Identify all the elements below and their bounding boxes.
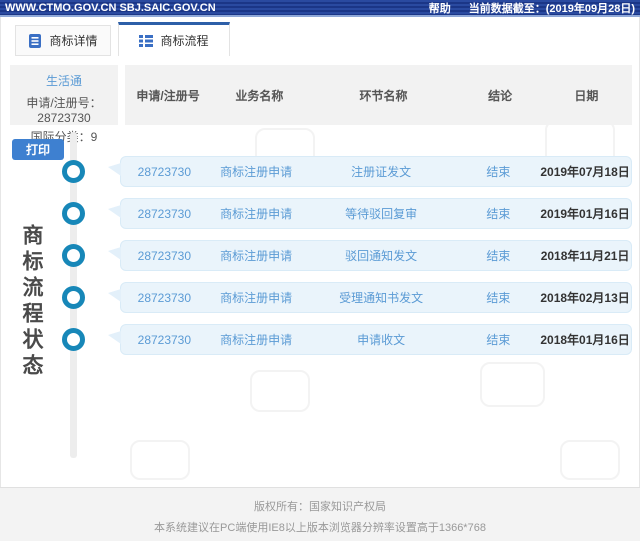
tab-trademark-details[interactable]: 商标详情 [15,25,111,56]
tab-label: 商标流程 [160,34,209,48]
topbar-right: 帮助 当前数据截至：(2019年09月28日) [429,0,635,16]
cell-stage: 注册证发文 [351,165,412,179]
table-row: 28723730 商标注册申请 等待驳回复审 结束 2019年01月16日 [108,198,632,229]
cell-regno[interactable]: 28723730 [121,291,208,305]
data-cutoff-text: 当前数据截至：(2019年09月28日) [468,2,635,15]
table-row: 28723730 商标注册申请 驳回通知发文 结束 2018年11月21日 [108,240,632,271]
cell-business: 商标注册申请 [220,249,293,263]
cell-regno[interactable]: 28723730 [121,165,208,179]
column-header-date: 日期 [574,88,599,103]
watermark-shape [560,440,620,480]
table-row: 28723730 商标注册申请 注册证发文 结束 2019年07月18日 [108,156,632,187]
vertical-title: 商标流程状态 [20,224,43,380]
cell-stage: 等待驳回复审 [345,207,418,221]
registration-number-text: 申请/注册号：28723730 [26,96,102,125]
timeline-node [62,202,85,225]
cell-conclusion: 结束 [486,333,511,347]
cell-date: 2019年07月18日 [540,165,630,179]
tab-label: 商标详情 [49,34,98,48]
page: WWW.CTMO.GOV.CN SBJ.SAIC.GOV.CN 帮助 当前数据截… [0,0,640,541]
cell-stage: 申请收文 [357,333,406,347]
tab-trademark-process[interactable]: 商标流程 [118,22,230,56]
cell-business: 商标注册申请 [220,207,293,221]
trademark-name-link[interactable]: 生活通 [10,72,118,89]
table-row: 28723730 商标注册申请 申请收文 结束 2018年01月16日 [108,324,632,355]
cell-regno[interactable]: 28723730 [121,249,208,263]
list-icon [139,34,154,48]
cell-business: 商标注册申请 [220,333,293,347]
cell-stage: 受理通知书发文 [339,291,424,305]
copyright-text: 版权所有：国家知识产权局 [254,501,386,513]
cell-conclusion: 结束 [486,165,511,179]
watermark-shape [130,440,190,480]
timeline-node [62,244,85,267]
column-header-regno: 申请/注册号 [136,88,200,103]
cell-date: 2019年01月16日 [540,207,630,221]
column-header-conclusion: 结论 [488,88,513,103]
watermark-shape [250,370,310,412]
cell-conclusion: 结束 [486,291,511,305]
trademark-info-panel: 生活通 申请/注册号：28723730 国际分类：9 [10,65,118,144]
cell-conclusion: 结束 [486,249,511,263]
browser-advice-text: 本系统建议在PC端使用IE8以上版本浏览器分辨率设置高于1366*768 [154,522,486,534]
column-header-business: 业务名称 [235,88,284,103]
topbar: WWW.CTMO.GOV.CN SBJ.SAIC.GOV.CN 帮助 当前数据截… [0,0,640,17]
cell-date: 2018年02月13日 [540,291,630,305]
table-header: 申请/注册号 业务名称 环节名称 结论 日期 [125,65,632,125]
table-row: 28723730 商标注册申请 受理通知书发文 结束 2018年02月13日 [108,282,632,313]
cell-business: 商标注册申请 [220,291,293,305]
timeline-node [62,328,85,351]
help-link[interactable]: 帮助 [429,0,451,16]
watermark-shape [480,362,545,407]
cell-regno[interactable]: 28723730 [121,333,208,347]
timeline-node [62,160,85,183]
cell-regno[interactable]: 28723730 [121,207,208,221]
cell-business: 商标注册申请 [220,165,293,179]
cell-date: 2018年01月16日 [540,333,630,347]
print-button[interactable]: 打印 [12,139,64,160]
document-icon [28,33,42,48]
cell-stage: 驳回通知发文 [345,249,418,263]
cell-conclusion: 结束 [486,207,511,221]
timeline-node [62,286,85,309]
column-header-stage: 环节名称 [359,88,408,103]
site-url-text: WWW.CTMO.GOV.CN SBJ.SAIC.GOV.CN [5,1,216,14]
footer: 版权所有：国家知识产权局 本系统建议在PC端使用IE8以上版本浏览器分辨率设置高… [0,487,640,541]
cell-date: 2018年11月21日 [540,249,630,263]
